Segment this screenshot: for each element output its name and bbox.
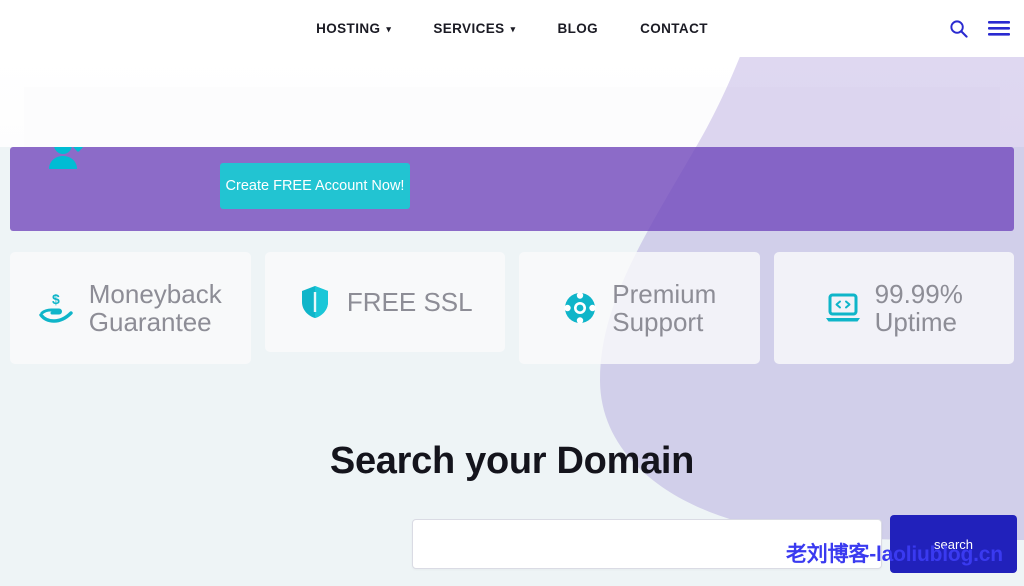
nav-item-contact-label: CONTACT bbox=[640, 21, 708, 36]
hand-money-icon: $ bbox=[39, 290, 75, 326]
top-navigation-bar: HOSTING ▾ SERVICES ▾ BLOG CONTACT bbox=[0, 0, 1024, 57]
feature-card-label: FREE SSL bbox=[346, 286, 473, 317]
laptop-code-icon bbox=[825, 290, 861, 326]
search-icon[interactable] bbox=[949, 19, 968, 38]
feature-cards: $ Moneyback Guarantee FREE SSL Premium S… bbox=[0, 252, 1024, 376]
feature-card-premium-support[interactable]: Premium Support bbox=[519, 252, 760, 364]
nav-item-contact[interactable]: CONTACT bbox=[640, 21, 708, 36]
feature-card-label: Moneyback Guarantee bbox=[88, 278, 222, 337]
chevron-down-icon: ▾ bbox=[386, 24, 392, 34]
domain-search-button[interactable]: search bbox=[890, 515, 1017, 573]
create-free-account-button[interactable]: Create FREE Account Now! bbox=[220, 163, 410, 209]
nav-item-services[interactable]: SERVICES ▾ bbox=[433, 21, 515, 36]
nav-item-blog[interactable]: BLOG bbox=[557, 21, 598, 36]
domain-search-input[interactable] bbox=[412, 519, 882, 569]
promo-banner: Create FREE Account Now! bbox=[10, 147, 1014, 231]
hero-white-area bbox=[0, 57, 1024, 147]
search-domain-heading: Search your Domain bbox=[329, 440, 695, 482]
shield-icon bbox=[297, 284, 333, 320]
hamburger-menu-icon[interactable] bbox=[988, 20, 1010, 37]
nav-right-actions bbox=[949, 0, 1010, 57]
lifebuoy-icon bbox=[562, 290, 598, 326]
feature-card-label: Premium Support bbox=[612, 278, 717, 337]
feature-card-uptime[interactable]: 99.99% Uptime bbox=[773, 252, 1014, 364]
page-root: HOSTING ▾ SERVICES ▾ BLOG CONTACT Create… bbox=[0, 0, 1024, 586]
svg-text:$: $ bbox=[52, 291, 60, 307]
feature-card-free-ssl[interactable]: FREE SSL bbox=[264, 252, 505, 352]
hero-white-panel bbox=[24, 87, 1000, 147]
nav-links: HOSTING ▾ SERVICES ▾ BLOG CONTACT bbox=[0, 0, 1024, 57]
feature-card-moneyback-guarantee[interactable]: $ Moneyback Guarantee bbox=[10, 252, 251, 364]
nav-item-hosting[interactable]: HOSTING ▾ bbox=[316, 21, 391, 36]
nav-item-hosting-label: HOSTING bbox=[316, 21, 381, 36]
nav-item-blog-label: BLOG bbox=[557, 21, 599, 36]
feature-card-label: 99.99% Uptime bbox=[874, 278, 963, 337]
nav-item-services-label: SERVICES bbox=[433, 21, 505, 36]
domain-search-row: search bbox=[412, 515, 1017, 586]
chevron-down-icon: ▾ bbox=[510, 24, 516, 34]
user-check-icon bbox=[46, 147, 92, 169]
